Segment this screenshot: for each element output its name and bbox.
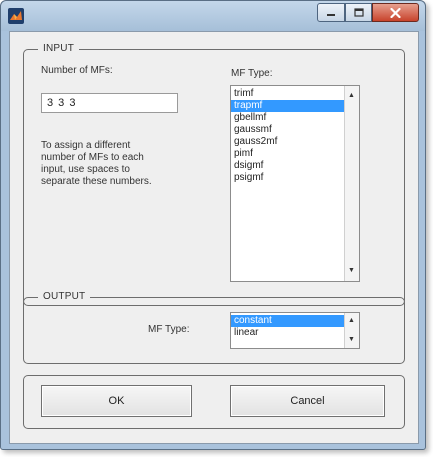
input-group-title: INPUT	[38, 43, 79, 54]
list-item[interactable]: dsigmf	[231, 160, 345, 172]
close-icon	[390, 7, 401, 18]
maximize-icon	[353, 8, 364, 17]
scroll-up-icon[interactable]: ▲	[348, 317, 355, 325]
output-mf-type-listbox[interactable]: constant linear ▲ ▼	[230, 312, 360, 349]
number-of-mfs-label: Number of MFs:	[41, 65, 113, 76]
dialog-window: INPUT Number of MFs: MF Type: 3 3 3 To a…	[0, 0, 426, 450]
input-mf-type-list: trimf trapmf gbellmf gaussmf gauss2mf pi…	[231, 88, 345, 184]
input-group: INPUT Number of MFs: MF Type: 3 3 3 To a…	[23, 43, 405, 306]
minimize-icon	[327, 13, 335, 16]
list-item[interactable]: psigmf	[231, 172, 345, 184]
list-item[interactable]: gauss2mf	[231, 136, 345, 148]
minimize-button[interactable]	[317, 3, 345, 22]
button-group: OK Cancel	[23, 375, 405, 429]
close-button[interactable]	[372, 3, 419, 22]
instruction-line: number of MFs to each	[41, 152, 144, 163]
list-item[interactable]: pimf	[231, 148, 345, 160]
list-item-selected[interactable]: constant	[231, 315, 345, 327]
input-instructions: To assign a different number of MFs to e…	[41, 140, 191, 188]
output-mf-type-list: constant linear	[231, 315, 345, 339]
output-mf-type-label: MF Type:	[148, 324, 190, 335]
input-mf-type-label: MF Type:	[231, 68, 273, 79]
list-item-selected[interactable]: trapmf	[231, 100, 345, 112]
number-of-mfs-input[interactable]: 3 3 3	[41, 93, 178, 113]
title-bar[interactable]	[1, 1, 425, 31]
instruction-line: separate these numbers.	[41, 176, 152, 187]
output-group: OUTPUT MF Type: constant linear ▲ ▼	[23, 291, 405, 364]
list-item[interactable]: trimf	[231, 88, 345, 100]
ok-button[interactable]: OK	[41, 385, 192, 417]
list-item[interactable]: gbellmf	[231, 112, 345, 124]
instruction-line: input, use spaces to	[41, 164, 130, 175]
scroll-down-icon[interactable]: ▼	[348, 336, 355, 344]
list-item[interactable]: linear	[231, 327, 345, 339]
output-group-title: OUTPUT	[38, 291, 91, 302]
cancel-button[interactable]: Cancel	[230, 385, 385, 417]
scroll-down-icon[interactable]: ▼	[348, 267, 355, 275]
input-mf-type-listbox[interactable]: trimf trapmf gbellmf gaussmf gauss2mf pi…	[230, 85, 360, 282]
scroll-up-icon[interactable]: ▲	[348, 92, 355, 100]
instruction-line: To assign a different	[41, 140, 131, 151]
matlab-icon	[8, 8, 24, 24]
output-list-scrollbar[interactable]: ▲ ▼	[344, 313, 359, 348]
maximize-button[interactable]	[345, 3, 372, 22]
input-list-scrollbar[interactable]: ▲ ▼	[344, 86, 359, 281]
dialog-client-area: INPUT Number of MFs: MF Type: 3 3 3 To a…	[9, 31, 419, 444]
list-item[interactable]: gaussmf	[231, 124, 345, 136]
